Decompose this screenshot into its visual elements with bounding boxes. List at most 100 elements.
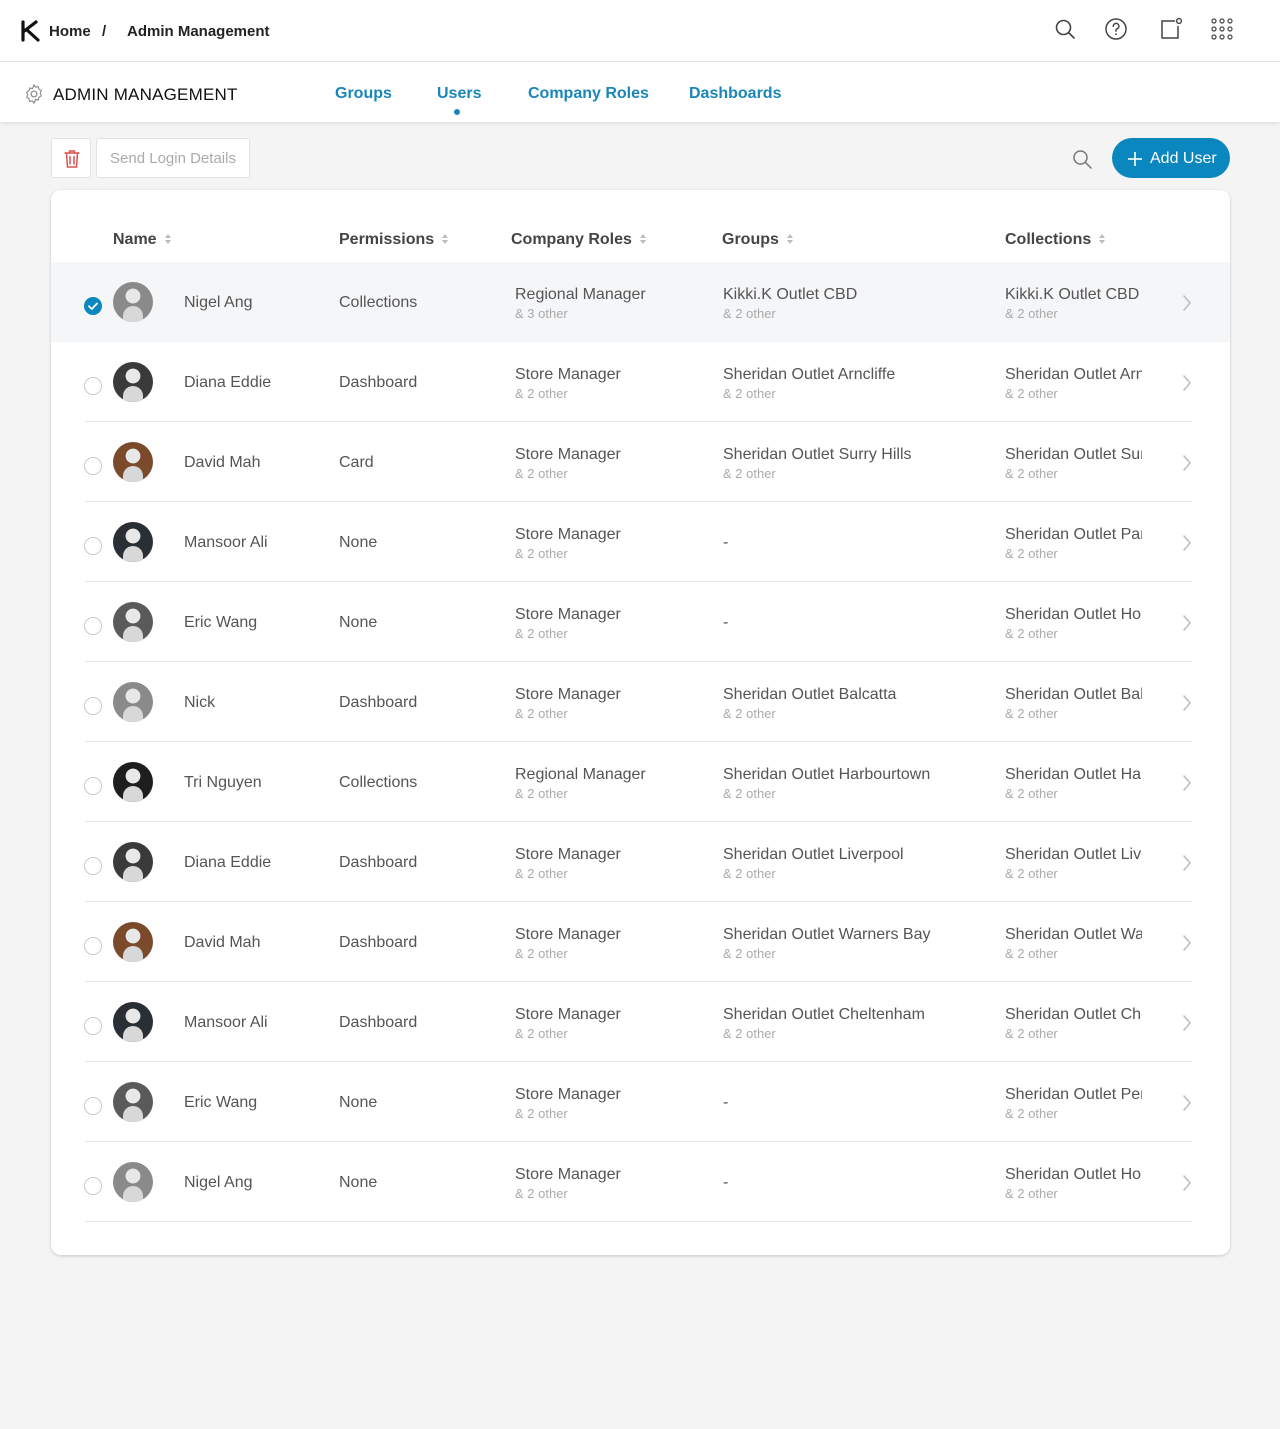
active-tab-indicator <box>454 109 460 115</box>
user-name: Diana Eddie <box>184 374 272 391</box>
chevron-right-icon[interactable] <box>1182 1174 1192 1192</box>
user-collection-more: & 2 other <box>1005 626 1058 641</box>
user-permission: Dashboard <box>339 934 418 951</box>
user-name: Mansoor Ali <box>184 1014 268 1031</box>
column-header-company-roles[interactable]: Company Roles <box>511 231 647 249</box>
row-select-radio[interactable] <box>84 457 102 475</box>
column-header-label: Name <box>113 231 157 248</box>
column-header-collections[interactable]: Collections <box>1005 231 1106 249</box>
user-group: - <box>723 1094 729 1111</box>
chevron-right-icon[interactable] <box>1182 694 1192 712</box>
tab-company-roles[interactable]: Company Roles <box>528 85 649 103</box>
user-collection: Sheridan Outlet Cheltenham <box>1005 1006 1142 1023</box>
avatar-figure <box>123 1106 143 1122</box>
add-user-button[interactable]: Add User <box>1112 138 1230 178</box>
avatar-figure <box>123 866 143 882</box>
avatar <box>113 1082 153 1122</box>
app-logo-icon[interactable] <box>20 20 42 42</box>
user-collection: Sheridan Outlet Homebush <box>1005 606 1142 623</box>
apps-grid-icon[interactable] <box>1210 17 1234 41</box>
avatar <box>113 1162 153 1202</box>
table-row[interactable]: Mansoor Ali None Store Manager & 2 other - Sh… <box>51 502 1230 582</box>
sort-icon <box>639 234 646 244</box>
row-select-radio[interactable] <box>84 1097 102 1115</box>
search-icon[interactable] <box>1053 17 1077 41</box>
avatar-figure <box>123 706 143 722</box>
row-select-radio[interactable] <box>84 377 102 395</box>
user-permission: Card <box>339 454 374 471</box>
chevron-right-icon[interactable] <box>1182 374 1192 392</box>
avatar-figure <box>123 306 143 322</box>
user-name: Eric Wang <box>184 614 258 631</box>
column-header-name[interactable]: Name <box>113 231 172 249</box>
user-role-more: & 2 other <box>515 626 568 641</box>
table-row[interactable]: David Mah Card Store Manager & 2 other Sheri… <box>51 422 1230 502</box>
user-group: Sheridan Outlet Surry Hills <box>723 446 912 463</box>
column-header-groups[interactable]: Groups <box>722 231 794 249</box>
chevron-right-icon[interactable] <box>1182 934 1192 952</box>
table-row[interactable]: Nigel Ang Collections Regional Manager & 3 … <box>51 262 1230 342</box>
table-row[interactable]: Diana Eddie Dashboard Store Manager & 2 oth… <box>51 822 1230 902</box>
row-select-radio[interactable] <box>84 297 102 315</box>
user-name: Nigel Ang <box>184 294 253 311</box>
user-permission: Collections <box>339 774 418 791</box>
table-row[interactable]: David Mah Dashboard Store Manager & 2 other… <box>51 902 1230 982</box>
tab-dashboards[interactable]: Dashboards <box>689 85 781 103</box>
chevron-right-icon[interactable] <box>1182 854 1192 872</box>
avatar <box>113 362 153 402</box>
top-bar: Home / Admin Management <box>0 0 1280 62</box>
notifications-icon[interactable] <box>1159 17 1183 41</box>
row-select-radio[interactable] <box>84 1017 102 1035</box>
avatar <box>113 522 153 562</box>
table-row[interactable]: Nick Dashboard Store Manager & 2 other Sheri… <box>51 662 1230 742</box>
user-group: - <box>723 1174 729 1191</box>
row-select-radio[interactable] <box>84 617 102 635</box>
breadcrumb-separator: / <box>102 23 107 40</box>
user-permission: None <box>339 1094 378 1111</box>
row-select-radio[interactable] <box>84 1177 102 1195</box>
table-row[interactable]: Eric Wang None Store Manager & 2 other - Sher… <box>51 582 1230 662</box>
chevron-right-icon[interactable] <box>1182 774 1192 792</box>
tab-users[interactable]: Users <box>437 85 481 103</box>
column-header-permissions[interactable]: Permissions <box>339 231 449 249</box>
user-name: Diana Eddie <box>184 854 272 871</box>
row-select-radio[interactable] <box>84 937 102 955</box>
row-select-radio[interactable] <box>84 537 102 555</box>
chevron-right-icon[interactable] <box>1182 534 1192 552</box>
chevron-right-icon[interactable] <box>1182 614 1192 632</box>
table-row[interactable]: Eric Wang None Store Manager & 2 other - Sher… <box>51 1062 1230 1142</box>
chevron-right-icon[interactable] <box>1182 454 1192 472</box>
send-login-details-button[interactable]: Send Login Details <box>96 138 250 178</box>
row-select-radio[interactable] <box>84 777 102 795</box>
user-role-more: & 2 other <box>515 386 568 401</box>
gear-icon <box>26 84 42 104</box>
table-row[interactable]: Tri Nguyen Collections Regional Manager & 2… <box>51 742 1230 822</box>
user-collection-more: & 2 other <box>1005 866 1058 881</box>
breadcrumb-home-link[interactable]: Home <box>49 23 91 40</box>
row-select-radio[interactable] <box>84 857 102 875</box>
avatar-figure <box>123 786 143 802</box>
avatar-figure <box>123 626 143 642</box>
table-row[interactable]: Diana Eddie Dashboard Store Manager & 2 oth… <box>51 342 1230 422</box>
tab-groups[interactable]: Groups <box>335 85 392 103</box>
user-collection-more: & 2 other <box>1005 386 1058 401</box>
help-icon[interactable] <box>1104 17 1128 41</box>
delete-button[interactable] <box>51 138 91 178</box>
avatar <box>113 602 153 642</box>
table-row[interactable]: Nigel Ang None Store Manager & 2 other - Sher… <box>51 1142 1230 1222</box>
user-role-more: & 2 other <box>515 466 568 481</box>
row-select-radio[interactable] <box>84 697 102 715</box>
chevron-right-icon[interactable] <box>1182 294 1192 312</box>
search-icon[interactable] <box>1071 148 1093 170</box>
user-role: Store Manager <box>515 846 621 863</box>
chevron-right-icon[interactable] <box>1182 1094 1192 1112</box>
user-role-more: & 2 other <box>515 546 568 561</box>
user-role: Store Manager <box>515 686 621 703</box>
user-permission: None <box>339 1174 378 1191</box>
table-row[interactable]: Mansoor Ali Dashboard Store Manager & 2 oth… <box>51 982 1230 1062</box>
user-group-more: & 2 other <box>723 1026 776 1041</box>
avatar-figure <box>123 946 143 962</box>
avatar-figure <box>123 466 143 482</box>
chevron-right-icon[interactable] <box>1182 1014 1192 1032</box>
user-role: Store Manager <box>515 1166 621 1183</box>
